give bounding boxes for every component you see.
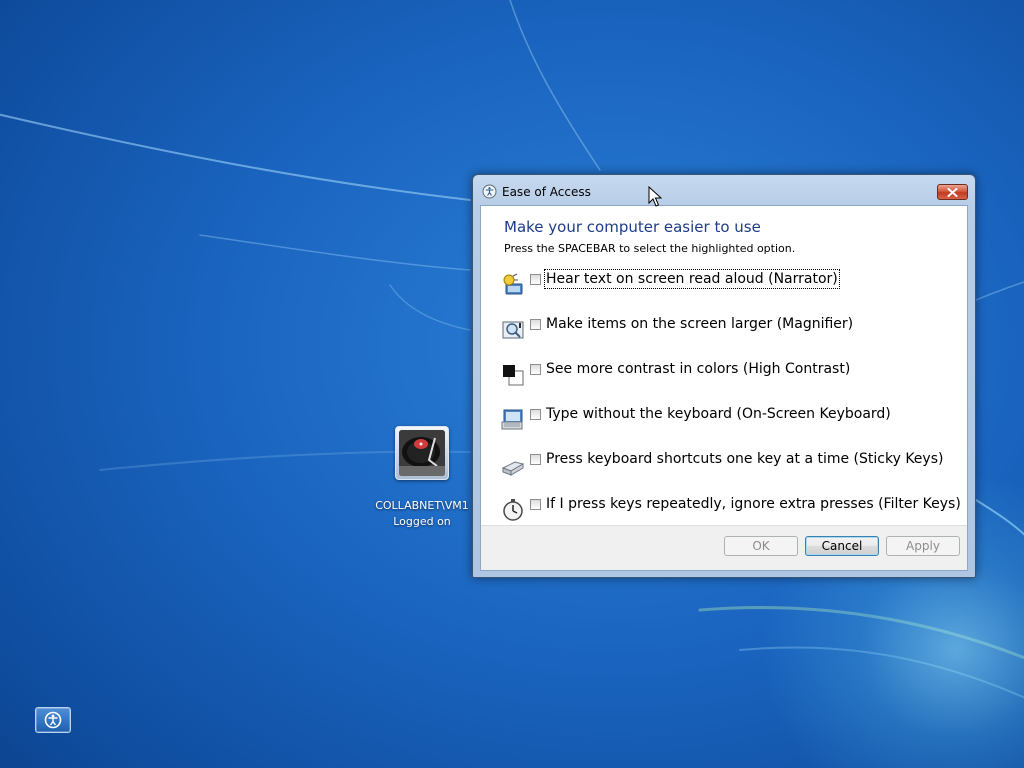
dialog-titlebar[interactable]: Ease of Access — [473, 175, 975, 205]
cancel-button[interactable]: Cancel — [805, 536, 879, 556]
high-contrast-checkbox[interactable] — [530, 364, 541, 375]
desktop-background: COLLABNET\VM1 Logged on Ease of Access M… — [0, 0, 1024, 768]
ok-button[interactable]: OK — [724, 536, 798, 556]
sticky-keys-label[interactable]: Press keyboard shortcuts one key at a ti… — [545, 450, 944, 468]
dialog-heading: Make your computer easier to use — [504, 218, 761, 236]
on-screen-keyboard-checkbox[interactable] — [530, 409, 541, 420]
ease-of-access-icon — [44, 711, 62, 729]
user-tile[interactable]: COLLABNET\VM1 Logged on — [372, 426, 472, 530]
on-screen-keyboard-icon — [501, 409, 523, 430]
magnifier-label[interactable]: Make items on the screen larger (Magnifi… — [545, 315, 854, 333]
high-contrast-label[interactable]: See more contrast in colors (High Contra… — [545, 360, 851, 378]
option-high-contrast[interactable]: See more contrast in colors (High Contra… — [499, 360, 959, 392]
ease-of-access-button[interactable] — [35, 707, 71, 733]
option-filter-keys[interactable]: If I press keys repeatedly, ignore extra… — [499, 495, 962, 527]
user-status: Logged on — [393, 515, 451, 528]
filter-keys-checkbox[interactable] — [530, 499, 541, 510]
dialog-title: Ease of Access — [502, 185, 591, 199]
user-avatar[interactable] — [395, 426, 449, 480]
magnifier-icon — [502, 321, 524, 339]
on-screen-keyboard-label[interactable]: Type without the keyboard (On-Screen Key… — [545, 405, 892, 423]
magnifier-checkbox[interactable] — [530, 319, 541, 330]
sticky-keys-checkbox[interactable] — [530, 454, 541, 465]
narrator-icon — [503, 273, 523, 295]
dialog-content: Make your computer easier to use Press t… — [480, 205, 968, 571]
option-sticky-keys[interactable]: Press keyboard shortcuts one key at a ti… — [499, 450, 959, 482]
dialog-instruction: Press the SPACEBAR to select the highlig… — [504, 242, 796, 255]
option-magnifier[interactable]: Make items on the screen larger (Magnifi… — [499, 315, 959, 347]
close-button[interactable] — [937, 184, 968, 200]
narrator-checkbox[interactable] — [530, 274, 541, 285]
turntable-icon — [399, 430, 445, 476]
option-on-screen-keyboard[interactable]: Type without the keyboard (On-Screen Key… — [499, 405, 959, 437]
filter-keys-label[interactable]: If I press keys repeatedly, ignore extra… — [545, 495, 962, 513]
mouse-cursor-icon — [648, 186, 662, 207]
filter-keys-icon — [503, 499, 523, 521]
high-contrast-icon — [503, 365, 524, 386]
dialog-button-bar: OK Cancel Apply — [481, 525, 967, 570]
user-name: COLLABNET\VM1 — [375, 499, 469, 512]
option-narrator[interactable]: Hear text on screen read aloud (Narrator… — [499, 269, 959, 302]
close-icon — [947, 187, 958, 197]
sticky-keys-icon — [501, 461, 525, 476]
ease-of-access-icon — [482, 184, 497, 199]
apply-button[interactable]: Apply — [886, 536, 960, 556]
ease-of-access-dialog: Ease of Access Make your computer easier… — [472, 174, 976, 578]
narrator-label[interactable]: Hear text on screen read aloud (Narrator… — [544, 269, 840, 289]
